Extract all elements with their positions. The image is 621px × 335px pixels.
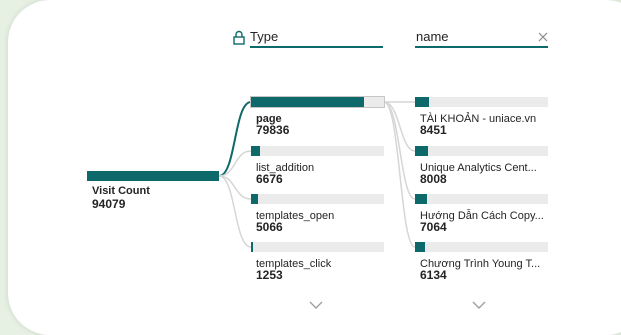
type-node-value: 5066: [256, 220, 283, 234]
root-label: Visit Count: [92, 185, 150, 197]
name-node-value: 6134: [420, 268, 447, 282]
lock-icon[interactable]: [232, 30, 246, 45]
close-icon[interactable]: [537, 31, 549, 43]
name-node-bar-fill: [415, 194, 427, 204]
name-node-bar-fill: [415, 97, 429, 107]
type-node-bar-fill: [251, 194, 258, 204]
type-level-header[interactable]: Type: [250, 29, 278, 44]
name-node-bar-fill: [415, 146, 428, 156]
type-node-bar-fill: [251, 97, 364, 107]
root-bar[interactable]: [87, 171, 219, 181]
name-node-value: 8008: [420, 172, 447, 186]
type-node-bar[interactable]: [251, 242, 384, 252]
name-level-header[interactable]: name: [416, 29, 449, 44]
name-header-underline: [415, 46, 548, 48]
name-node-bar[interactable]: [415, 194, 548, 204]
chevron-down-icon[interactable]: [308, 300, 324, 310]
name-node-value: 7064: [420, 220, 447, 234]
type-node-value: 6676: [256, 172, 283, 186]
type-node-bar-fill: [251, 146, 260, 156]
type-node-bar-fill: [251, 242, 253, 252]
name-node-bar[interactable]: [415, 97, 548, 107]
chevron-down-icon[interactable]: [471, 300, 487, 310]
root-value: 94079: [92, 197, 126, 211]
type-node-value: 79836: [256, 123, 290, 137]
type-node-bar[interactable]: [251, 146, 384, 156]
type-node-bar[interactable]: [251, 194, 384, 204]
name-node-bar-fill: [415, 242, 425, 252]
type-node-bar[interactable]: [250, 96, 385, 108]
type-header-underline: [250, 46, 383, 48]
name-node-value: 8451: [420, 123, 447, 137]
type-node-value: 1253: [256, 268, 283, 282]
name-node-bar[interactable]: [415, 242, 548, 252]
name-node-bar[interactable]: [415, 146, 548, 156]
